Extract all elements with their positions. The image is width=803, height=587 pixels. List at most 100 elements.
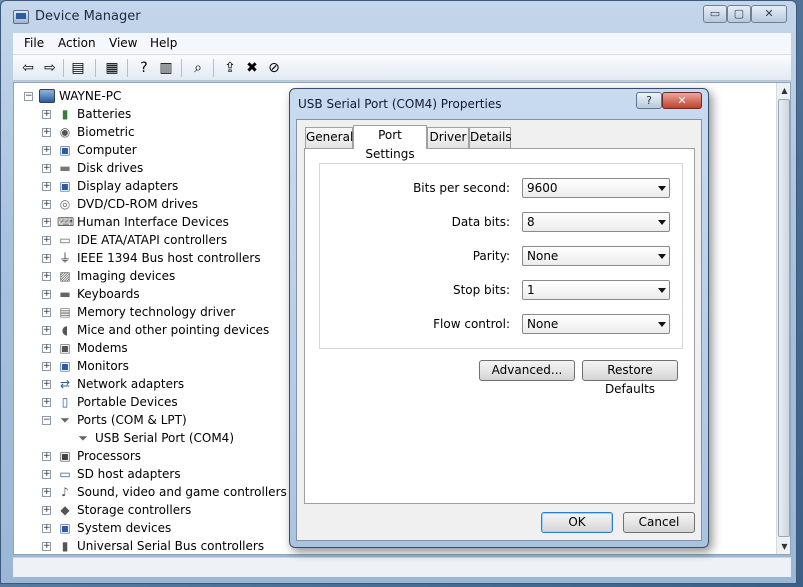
tree-item-label: IEEE 1394 Bus host controllers [77, 251, 261, 265]
menu-help[interactable]: Help [150, 36, 177, 50]
usb-icon: ▮ [61, 539, 69, 553]
window-title: Device Manager [35, 9, 141, 24]
tree-item-category[interactable]: + ⌨ Human Interface Devices [42, 213, 229, 231]
bits-per-second-select[interactable]: 9600 [522, 178, 670, 198]
title-bar[interactable]: Device Manager ▭ ▢ ✕ [1, 1, 796, 33]
expand-icon[interactable]: + [42, 217, 51, 227]
console-view-icon[interactable]: ▥ [157, 59, 175, 77]
expand-icon[interactable]: + [42, 289, 51, 299]
collapse-icon[interactable]: − [24, 91, 33, 101]
expand-icon[interactable]: + [42, 253, 51, 263]
expand-icon[interactable]: + [42, 325, 51, 335]
tab-general[interactable]: General [305, 127, 353, 148]
tree-item-category[interactable]: + ▮ Batteries [42, 105, 131, 123]
expand-icon[interactable]: + [42, 163, 51, 173]
expand-icon[interactable]: + [42, 145, 51, 155]
dialog-help-button[interactable]: ? [636, 92, 662, 109]
tree-item-category[interactable]: + ▣ Computer [42, 141, 137, 159]
menu-view[interactable]: View [109, 36, 137, 50]
tree-item-category[interactable]: + ◉ Biometric [42, 123, 135, 141]
dialog-title: USB Serial Port (COM4) Properties [298, 97, 502, 111]
menu-bar: File Action View Help [13, 33, 791, 55]
stop-bits-select[interactable]: 1 [522, 280, 670, 300]
expand-icon[interactable]: + [42, 469, 51, 479]
tree-item-label: Disk drives [77, 161, 144, 175]
tree-root[interactable]: − WAYNE-PC [24, 87, 121, 105]
cancel-button[interactable]: Cancel [623, 512, 695, 533]
parity-select[interactable]: None [522, 246, 670, 266]
scroll-down-icon[interactable]: ▼ [777, 539, 790, 554]
vertical-scrollbar[interactable]: ▲ ▼ [776, 83, 790, 554]
expand-icon[interactable]: + [42, 127, 51, 137]
update-driver-icon[interactable]: ⇪ [221, 59, 239, 77]
tree-item-category[interactable]: + ▣ Modems [42, 339, 128, 357]
help-icon[interactable]: ? [135, 59, 153, 77]
data-bits-select[interactable]: 8 [522, 212, 670, 232]
dialog-close-button[interactable]: ✕ [662, 92, 702, 109]
expand-icon[interactable]: + [42, 541, 51, 551]
expand-icon[interactable]: + [42, 397, 51, 407]
scroll-up-icon[interactable]: ▲ [777, 83, 790, 98]
minimize-button[interactable]: ▭ [703, 5, 727, 23]
tree-item-category[interactable]: + ▨ Imaging devices [42, 267, 175, 285]
tree-item-category[interactable]: + ▯ Portable Devices [42, 393, 178, 411]
collapse-icon[interactable]: − [42, 415, 51, 425]
tab-details[interactable]: Details [469, 127, 512, 148]
disable-icon[interactable]: ⊘ [265, 59, 283, 77]
tree-item-category[interactable]: + ▤ Memory technology driver [42, 303, 235, 321]
tree-item-category[interactable]: + ▭ IDE ATA/ATAPI controllers [42, 231, 227, 249]
tree-item-category[interactable]: + ▬ Disk drives [42, 159, 143, 177]
expand-icon[interactable]: + [42, 343, 51, 353]
tree-item-category[interactable]: + ▣ System devices [42, 519, 171, 537]
expand-icon[interactable]: + [42, 271, 51, 281]
flow-control-select[interactable]: None [522, 314, 670, 334]
tree-item-category[interactable]: + ▣ Monitors [42, 357, 129, 375]
tree-item-category[interactable]: − ⏷ Ports (COM & LPT) [42, 411, 187, 429]
ok-button[interactable]: OK [541, 512, 613, 533]
expand-icon[interactable]: + [42, 451, 51, 461]
tree-item-category[interactable]: + ▣ Processors [42, 447, 141, 465]
tree-item-category[interactable]: + ▣ Display adapters [42, 177, 178, 195]
tab-driver[interactable]: Driver [427, 127, 469, 148]
keyboard-icon: ▬ [59, 287, 71, 301]
menu-file[interactable]: File [24, 36, 44, 50]
expand-icon[interactable]: + [42, 307, 51, 317]
tree-item-category[interactable]: + ♪ Sound, video and game controllers [42, 483, 287, 501]
tree-item-category[interactable]: + ⏚ IEEE 1394 Bus host controllers [42, 249, 261, 267]
expand-icon[interactable]: + [42, 361, 51, 371]
close-button[interactable]: ✕ [751, 5, 787, 23]
tree-item-device[interactable]: ⏷ USB Serial Port (COM4) [60, 429, 234, 447]
expand-icon[interactable]: + [42, 523, 51, 533]
portable-device-icon: ▯ [61, 395, 69, 409]
properties-dialog: USB Serial Port (COM4) Properties ? ✕ Ge… [289, 88, 709, 548]
tree-item-category[interactable]: + ▬ Keyboards [42, 285, 140, 303]
restore-defaults-button[interactable]: Restore Defaults [582, 360, 678, 396]
tree-item-label: Mice and other pointing devices [77, 323, 270, 337]
port-settings-group: Bits per second: 9600 Data bits: 8 Parit… [319, 163, 683, 349]
expand-icon[interactable]: + [42, 181, 51, 191]
tree-item-category[interactable]: + ◖ Mice and other pointing devices [42, 321, 269, 339]
expand-icon[interactable]: + [42, 505, 51, 515]
forward-icon[interactable]: ⇨ [41, 59, 59, 77]
tree-item-category[interactable]: + ▭ SD host adapters [42, 465, 181, 483]
expand-icon[interactable]: + [42, 487, 51, 497]
tree-item-category[interactable]: + ⇄ Network adapters [42, 375, 184, 393]
expand-icon[interactable]: + [42, 109, 51, 119]
maximize-button[interactable]: ▢ [727, 5, 751, 23]
tree-item-category[interactable]: + ◆ Storage controllers [42, 501, 191, 519]
menu-action[interactable]: Action [58, 36, 96, 50]
tree-item-category[interactable]: + ▮ Universal Serial Bus controllers [42, 537, 264, 554]
properties-icon[interactable]: ▦ [103, 59, 121, 77]
show-hide-console-tree-icon[interactable]: ▤ [69, 59, 87, 77]
tree-item-category[interactable]: + ◎ DVD/CD-ROM drives [42, 195, 198, 213]
expand-icon[interactable]: + [42, 379, 51, 389]
expand-icon[interactable]: + [42, 199, 51, 209]
serial-port-icon: ⏷ [78, 431, 88, 445]
scan-hardware-icon[interactable]: ⌕ [189, 59, 207, 77]
back-icon[interactable]: ⇦ [19, 59, 37, 77]
advanced-button[interactable]: Advanced... [479, 360, 575, 381]
uninstall-icon[interactable]: ✖ [243, 59, 261, 77]
expand-icon[interactable]: + [42, 235, 51, 245]
scrollbar-thumb[interactable] [778, 99, 790, 537]
tab-port-settings[interactable]: Port Settings [353, 125, 427, 161]
